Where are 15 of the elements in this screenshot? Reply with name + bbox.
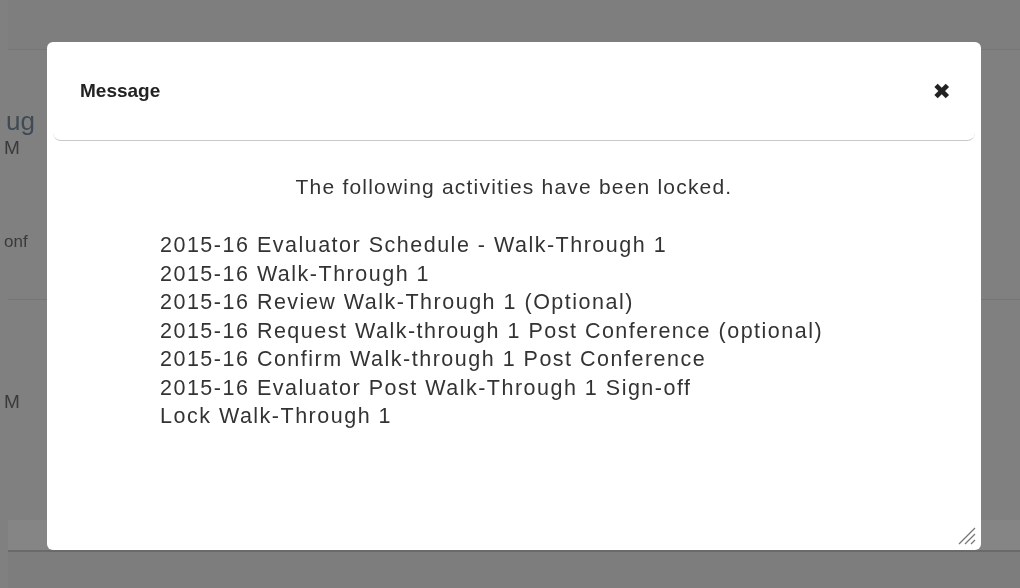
- activity-item: 2015-16 Evaluator Schedule - Walk-Through 1: [160, 232, 668, 259]
- resize-grip-icon[interactable]: [957, 526, 977, 546]
- activity-item: 2015-16 Walk-Through 1: [160, 260, 431, 288]
- message-text: The following activities have been locked.: [294, 175, 734, 199]
- activity-item: 2015-16 Evaluator Post Walk-Through 1 Sign-off: [160, 374, 692, 402]
- background-text: ug: [6, 106, 35, 136]
- background-text: M: [4, 390, 20, 414]
- activity-item: 2015-16 Request Walk-through 1 Post Conference (optional): [160, 317, 824, 345]
- close-button[interactable]: ✖: [932, 78, 951, 104]
- background-text: onf: [4, 231, 28, 253]
- activity-item: 2015-16 Review Walk-Through 1 (Optional): [160, 289, 634, 316]
- background-text: M: [4, 136, 20, 160]
- activity-item: Lock Walk-Through 1: [160, 403, 393, 430]
- activity-item: 2015-16 Confirm Walk-through 1 Post Conference: [160, 346, 707, 373]
- dialog-title: Message: [80, 80, 161, 102]
